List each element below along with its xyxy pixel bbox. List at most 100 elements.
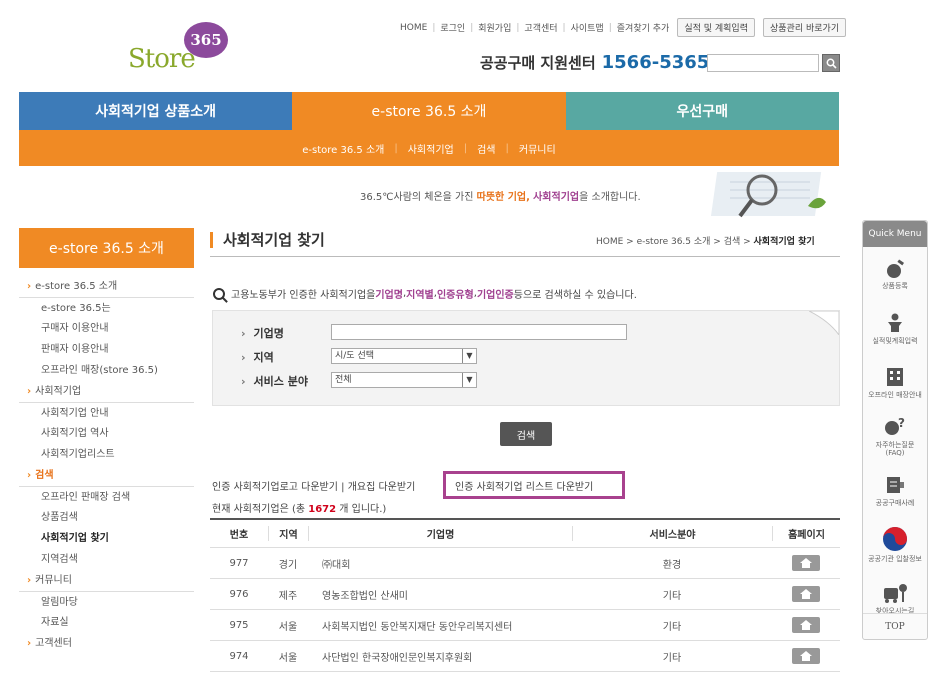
sidebar-item-product-search[interactable]: 상품검색 — [19, 507, 194, 528]
quick-label: 공공기관 입찰정보 — [868, 554, 922, 563]
home-link[interactable]: HOME — [400, 23, 427, 33]
quick-purchase-cases[interactable]: 공공구매사례 — [863, 463, 927, 517]
row-company-link[interactable]: ㈜대회 — [308, 556, 572, 571]
magnifier-icon — [213, 287, 225, 300]
sidebar-item-about[interactable]: e-store 36.5는 — [19, 297, 194, 318]
chevron-down-icon: ▼ — [462, 373, 476, 387]
main-nav-estore[interactable]: e-store 36.5 소개 — [292, 92, 566, 130]
desc-keyword: 인증유형 — [436, 290, 474, 301]
sub-nav-estore[interactable]: e-store 36.5 소개 — [302, 141, 384, 156]
case-icon — [887, 476, 904, 493]
quick-label: 자주하는질문 (FAQ) — [875, 440, 915, 457]
sidebar-item-se-history[interactable]: 사회적기업 역사 — [19, 423, 194, 444]
sidebar-item-offline-search[interactable]: 오프라인 판매장 검색 — [19, 486, 194, 507]
region-select-value: 시/도 선택 — [335, 351, 375, 361]
home-icon — [800, 558, 812, 568]
banner-highlight-social: 사회적기업 — [533, 192, 580, 203]
sub-nav-social-enterprise[interactable]: 사회적기업 — [408, 141, 454, 156]
header-search-button[interactable] — [822, 54, 840, 72]
quick-offline-store[interactable]: 오프라인 매장안내 — [863, 355, 927, 409]
home-icon — [800, 651, 812, 661]
search-submit-button[interactable]: 검색 — [500, 422, 552, 446]
enterprise-list-download-link[interactable]: 인증 사회적기업 리스트 다운받기 — [455, 478, 593, 493]
count-post: 개 입니다.) — [336, 504, 387, 515]
home-button[interactable] — [792, 617, 820, 633]
banner-post: 을 소개합니다. — [579, 192, 641, 203]
performance-input-button[interactable]: 실적 및 계획입력 — [677, 18, 755, 37]
col-header-number: 번호 — [229, 530, 249, 541]
logo-badge: 365 — [184, 22, 228, 58]
directions-icon — [884, 583, 907, 603]
quick-government-bids[interactable]: 공공기관 입찰정보 — [863, 517, 927, 571]
logo-download-link[interactable]: 인증 사회적기업로고 다운받기 — [212, 482, 338, 493]
overview-download-link[interactable]: 개요집 다운받기 — [348, 482, 416, 493]
main-nav-products[interactable]: 사회적기업 상품소개 — [19, 92, 293, 130]
home-button[interactable] — [792, 586, 820, 602]
quick-product-register[interactable]: 상품등록 — [863, 247, 927, 301]
home-icon — [800, 620, 812, 630]
product-register-icon — [887, 258, 905, 278]
row-company-link[interactable]: 영농조합법인 산새미 — [308, 587, 572, 602]
home-button[interactable] — [792, 555, 820, 571]
quick-performance[interactable]: 실적및계획입력 — [863, 301, 927, 355]
site-logo[interactable]: Store 365 — [124, 22, 234, 82]
customer-center-link[interactable]: 고객센터 — [524, 21, 557, 34]
sidebar-item-buyer-guide[interactable]: 구매자 이용안내 — [19, 318, 194, 339]
row-number: 974 — [229, 650, 249, 662]
region-select[interactable]: 시/도 선택 ▼ — [331, 348, 477, 364]
scroll-top-button[interactable]: TOP — [863, 613, 927, 639]
banner-highlight-warm: 따뜻한 기업, — [476, 192, 530, 203]
row-number: 976 — [229, 588, 249, 600]
company-name-input[interactable] — [331, 324, 627, 340]
support-center-label: 공공구매 지원센터 — [480, 54, 596, 72]
row-company-link[interactable]: 사단법인 한국장애인문인복지후원회 — [308, 649, 572, 664]
sidebar-item-seller-guide[interactable]: 판매자 이용안내 — [19, 339, 194, 360]
row-number: 975 — [229, 619, 249, 631]
quick-label: 오프라인 매장안내 — [868, 390, 922, 399]
bookmark-link[interactable]: 즐겨찾기 추가 — [617, 21, 670, 34]
sidebar-item-social-enterprise[interactable]: 사회적기업 — [19, 381, 194, 402]
product-admin-button[interactable]: 상품관리 바로가기 — [763, 18, 847, 37]
row-region: 서울 — [278, 652, 298, 664]
store-icon — [887, 367, 903, 386]
home-icon — [800, 589, 812, 599]
desc-keyword: 기업명 — [375, 290, 403, 301]
quick-label: 실적및계획입력 — [872, 336, 918, 345]
download-links: 인증 사회적기업로고 다운받기 | 개요집 다운받기 — [212, 478, 415, 493]
sidebar-item-customer-center[interactable]: 고객센터 — [19, 633, 194, 654]
home-button[interactable] — [792, 648, 820, 664]
row-service: 기타 — [662, 652, 682, 664]
row-company-link[interactable]: 사회복지법인 동안복지재단 동안우리복지센터 — [308, 618, 572, 633]
desc-keyword: 지역별 — [406, 290, 434, 301]
sitemap-link[interactable]: 사이트맵 — [571, 21, 604, 34]
enterprise-count: 현재 사회적기업은 (총 1672 개 입니다.) — [212, 500, 386, 515]
sidebar-item-offline-store[interactable]: 오프라인 매장(store 36.5) — [19, 360, 194, 381]
search-icon — [826, 58, 837, 69]
sidebar-item-notice[interactable]: 알림마당 — [19, 591, 194, 612]
breadcrumb-path: HOME > e-store 36.5 소개 > 검색 > — [596, 237, 754, 247]
col-header-homepage: 홈페이지 — [772, 526, 840, 541]
sub-nav-search[interactable]: 검색 — [477, 141, 495, 156]
sidebar-item-archive[interactable]: 자료실 — [19, 612, 194, 633]
sidebar-item-se-list[interactable]: 사회적기업리스트 — [19, 444, 194, 465]
sidebar-item-search[interactable]: 검색 — [19, 465, 194, 486]
faq-icon: ? — [885, 416, 905, 435]
sidebar-item-find-enterprise[interactable]: 사회적기업 찾기 — [19, 528, 194, 549]
login-link[interactable]: 로그인 — [440, 21, 465, 34]
sidebar-item-region-search[interactable]: 지역검색 — [19, 549, 194, 570]
service-field-select[interactable]: 전체 ▼ — [331, 372, 477, 388]
header-search-input[interactable] — [707, 54, 819, 72]
row-service: 기타 — [662, 590, 682, 602]
banner-pre: 36.5℃사람의 체온을 가진 — [360, 192, 477, 203]
sidebar-item-estore[interactable]: e-store 36.5 소개 — [19, 276, 194, 297]
sidebar-item-se-info[interactable]: 사회적기업 안내 — [19, 402, 194, 423]
quick-faq[interactable]: ? 자주하는질문 (FAQ) — [863, 409, 927, 463]
banner-text: 36.5℃사람의 체온을 가진 따뜻한 기업, 사회적기업을 소개합니다. — [360, 188, 641, 203]
sub-nav-community[interactable]: 커뮤니티 — [519, 141, 556, 156]
title-divider — [210, 256, 840, 257]
sidebar-item-community[interactable]: 커뮤니티 — [19, 570, 194, 591]
main-nav-priority-purchase[interactable]: 우선구매 — [565, 92, 839, 130]
signup-link[interactable]: 회원가입 — [478, 21, 511, 34]
chevron-down-icon: ▼ — [462, 349, 476, 363]
desc-text: 고용노동부가 인증한 사회적기업을 — [231, 290, 376, 301]
